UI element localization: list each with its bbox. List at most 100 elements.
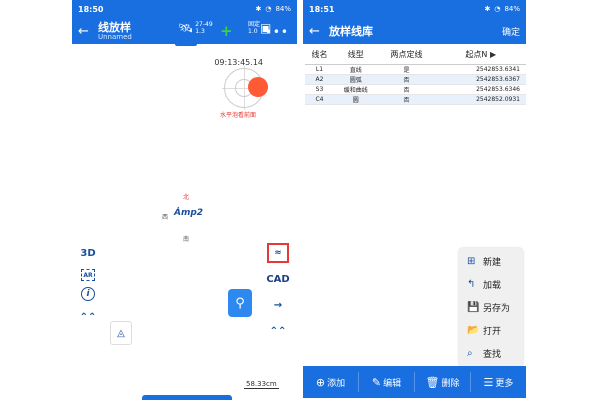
collapse-right-button[interactable]: ⌃⌃	[267, 321, 289, 341]
cell-name: A2	[305, 74, 334, 85]
delete-icon: 🗑	[425, 375, 440, 389]
more-popup-menu: ⊞ 新建 ↰ 加载 💾 另存为 📂 打开 ⌕ 查找	[459, 248, 523, 367]
clock-readout: 09:13:45.14	[214, 58, 263, 67]
menu-item-label: 新建	[483, 258, 502, 268]
cad-button[interactable]: CAD	[266, 269, 289, 289]
menu-item-label: 另存为	[483, 304, 511, 314]
table-row[interactable]: C4 圆 否 2542852.0931	[305, 94, 526, 105]
satellite-icon: 🛰	[178, 21, 194, 35]
location-pin-icon: ⚲	[235, 295, 245, 311]
add-button[interactable]: ⊕ 添加	[303, 372, 359, 392]
more-label: 更多	[495, 378, 514, 389]
bottom-drawer-handle[interactable]	[142, 395, 232, 400]
fix-plus-icon: +	[220, 22, 233, 40]
load-icon: ↰	[467, 279, 476, 290]
target-icon: ◬	[117, 327, 125, 339]
menu-item-label: 加载	[483, 281, 502, 291]
collapse-left-button[interactable]: ⌃⌃	[77, 307, 99, 327]
confirm-button[interactable]: 确定	[502, 25, 520, 38]
header-line-name[interactable]: 线名	[305, 46, 334, 65]
cell-start-n: 2542853.6341	[435, 64, 526, 75]
level-bubble	[248, 77, 268, 97]
menu-item-new[interactable]: ⊞ 新建	[459, 250, 523, 273]
more-menu-icon[interactable]: •••	[265, 25, 289, 39]
stake-point-button[interactable]: ⚲	[228, 289, 252, 317]
status-time: 18:50	[78, 4, 104, 14]
compass-west: 西	[162, 214, 169, 221]
table-row[interactable]: A2 圆弧 否 2542853.6367	[305, 74, 526, 85]
wifi-icon: ◔	[494, 5, 501, 13]
save-icon: 💾	[467, 302, 480, 313]
table-row[interactable]: L1 直线 是 2542853.6341	[305, 64, 526, 75]
cell-type: 直线	[334, 64, 378, 75]
cell-two-point: 否	[377, 94, 436, 105]
navigate-arrow-button[interactable]: →	[267, 295, 289, 315]
cell-two-point: 是	[377, 64, 436, 75]
add-label: 添加	[327, 378, 346, 389]
cell-name: L1	[305, 64, 334, 75]
edit-button[interactable]: ✎ 编辑	[359, 372, 415, 392]
line-table: 线名 线型 两点定线 起点N ▶ L1 直线 是 2542853.6341 A2…	[305, 46, 526, 105]
chart-icon: ≈	[274, 248, 282, 258]
system-icons: ✱ ◔ 84%	[484, 5, 520, 13]
search-icon: ⌕	[467, 348, 473, 359]
more-button[interactable]: ☰ 更多	[471, 372, 526, 392]
cell-name: S3	[305, 84, 334, 95]
menu-item-open[interactable]: 📂 打开	[459, 319, 523, 342]
header-start-n[interactable]: 起点N ▶	[435, 46, 526, 65]
system-icons: ✱ ◔ 84%	[255, 5, 291, 13]
cell-start-n: 2542853.6367	[435, 74, 526, 85]
menu-item-label: 打开	[483, 327, 502, 337]
info-button[interactable]: i	[81, 287, 95, 301]
target-button[interactable]: ◬	[110, 321, 132, 345]
scroll-right-icon[interactable]: ▶	[490, 50, 496, 59]
fix-label: 固定	[248, 21, 261, 28]
menu-item-label: 查找	[483, 350, 502, 360]
cell-type: 缓和曲线	[334, 84, 378, 95]
menu-item-find[interactable]: ⌕ 查找	[459, 342, 523, 365]
page-title: 放样线库	[329, 24, 373, 38]
header-two-point[interactable]: 两点定线	[377, 46, 436, 65]
delete-label: 删除	[441, 378, 460, 389]
line-library-button[interactable]: ≈	[267, 243, 289, 263]
cell-type: 圆弧	[334, 74, 378, 85]
compass-south: 南	[183, 236, 190, 243]
ar-view-button[interactable]: AR	[81, 269, 95, 281]
3d-view-button[interactable]: 3D	[77, 243, 99, 263]
delete-button[interactable]: 🗑 删除	[415, 372, 471, 392]
title-block: 放样线库	[329, 26, 373, 37]
status-bar: 18:50 ✱ ◔ 84%	[72, 0, 297, 18]
cell-start-n: 2542853.6346	[435, 84, 526, 95]
title-block: 线放样 Unnamed	[98, 22, 132, 41]
compass: 北 西 南 Ȧmp2	[162, 192, 212, 243]
drawer-handle[interactable]	[175, 42, 197, 46]
brand-logo: Ȧmp2	[174, 208, 204, 218]
battery-text: 84%	[275, 5, 291, 13]
stakeout-screen: 18:50 ✱ ◔ 84% ← 线放样 Unnamed 🛰 27-49 1.3 …	[72, 0, 297, 400]
back-arrow-icon[interactable]: ←	[309, 24, 323, 39]
level-warning: 水平泡看前面	[220, 112, 257, 119]
satellite-status[interactable]: 🛰 27-49 1.3	[178, 21, 213, 35]
menu-item-save-as[interactable]: 💾 另存为	[459, 296, 523, 319]
header-line-type[interactable]: 线型	[334, 46, 378, 65]
table-header-row: 线名 线型 两点定线 起点N ▶	[305, 46, 526, 65]
page-title: 线放样	[98, 20, 131, 34]
battery-text: 84%	[504, 5, 520, 13]
cell-type: 圆	[334, 94, 378, 105]
table-row[interactable]: S3 缓和曲线 否 2542853.6346	[305, 84, 526, 95]
cell-two-point: 否	[377, 84, 436, 95]
satellite-value: 1.3	[195, 28, 205, 36]
back-arrow-icon[interactable]: ←	[78, 24, 92, 39]
menu-icon: ☰	[483, 375, 494, 389]
menu-item-load[interactable]: ↰ 加载	[459, 273, 523, 296]
wifi-icon: ◔	[265, 5, 272, 13]
app-bar: ← 线放样 Unnamed 🛰 27-49 1.3 + 固定 1.0 ▣ •••	[72, 18, 297, 44]
compass-north: 北	[183, 194, 190, 201]
cell-start-n: 2542852.0931	[435, 94, 526, 105]
right-toolbar: ≈ CAD → ⌃⌃	[266, 243, 290, 341]
bottom-action-bar: ⊕ 添加 ✎ 编辑 🗑 删除 ☰ 更多	[303, 366, 526, 398]
edit-icon: ✎	[371, 375, 382, 389]
status-time: 18:51	[309, 4, 335, 14]
folder-icon: 📂	[467, 325, 480, 336]
page-subtitle: Unnamed	[98, 32, 132, 41]
